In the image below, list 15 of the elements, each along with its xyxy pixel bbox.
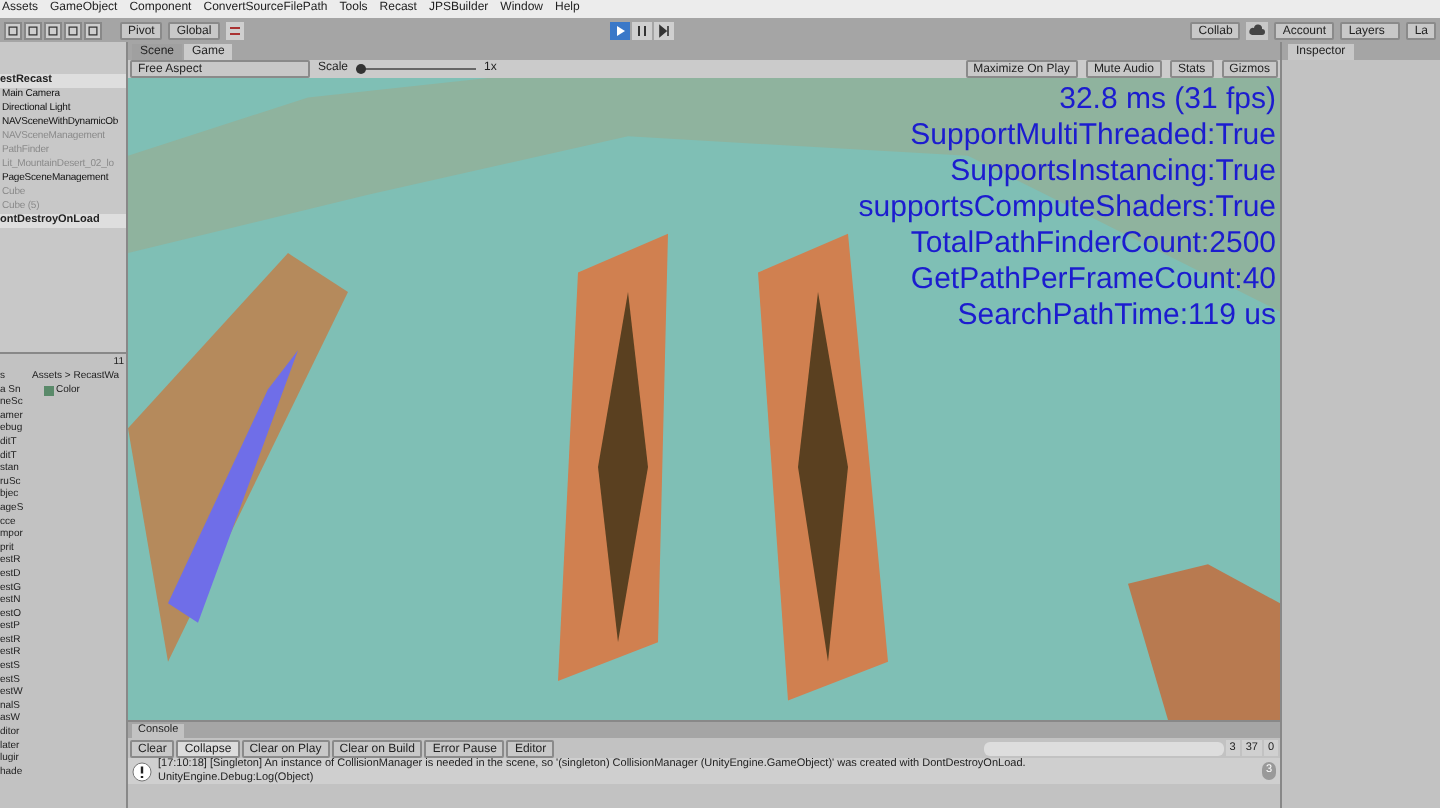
- stats-line: TotalPathFinderCount:2500: [910, 226, 1276, 262]
- play-icon[interactable]: [609, 21, 630, 39]
- stats-line: SearchPathTime:119 us: [957, 298, 1276, 334]
- info-icon: [132, 761, 152, 781]
- stats-line: SupportMultiThreaded:True: [910, 118, 1276, 154]
- cloud-icon[interactable]: [1246, 21, 1269, 39]
- step-icon[interactable]: [653, 21, 674, 39]
- search-field[interactable]: [983, 741, 1224, 755]
- stats-line: SupportsInstancing:True: [950, 154, 1276, 190]
- stats-line: supportsComputeShaders:True: [858, 190, 1276, 226]
- stats-line: GetPathPerFrameCount:40: [910, 262, 1276, 298]
- slider-thumb[interactable]: [356, 64, 367, 74]
- pause-icon[interactable]: [631, 21, 652, 39]
- stats-line: 32.8 ms (31 fps): [1059, 82, 1276, 118]
- material-icon: [44, 385, 54, 395]
